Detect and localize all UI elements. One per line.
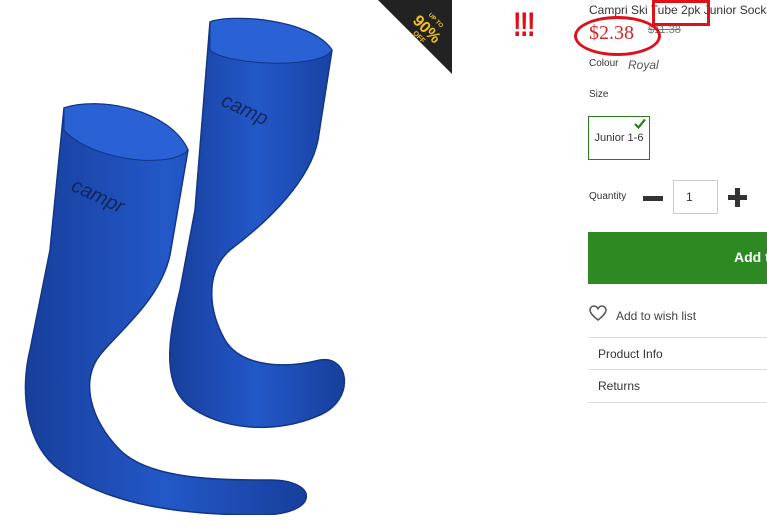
minus-icon[interactable] (642, 190, 664, 206)
product-image: camp campr (20, 10, 380, 516)
size-option-junior[interactable]: Junior 1-6 (588, 116, 650, 160)
sock-right (169, 17, 346, 429)
size-option-label: Junior 1-6 (594, 132, 644, 144)
returns-row[interactable]: Returns (588, 370, 767, 403)
add-to-bag-button[interactable]: Add to Bag (588, 232, 767, 284)
quantity-label: Quantity (589, 191, 627, 202)
quantity-input[interactable] (673, 180, 718, 214)
annotation-rectangle (652, 0, 710, 26)
add-to-bag-label: Add to Bag (734, 249, 767, 265)
returns-label: Returns (598, 379, 641, 393)
add-to-wish-list-link[interactable]: Add to wish list (616, 309, 696, 323)
plus-icon[interactable] (727, 186, 749, 208)
promo-badge: UP TO 90% OFF (378, 0, 452, 74)
colour-label: Colour (589, 58, 619, 69)
product-info-row[interactable]: Product Info (588, 337, 767, 370)
check-icon (634, 118, 646, 130)
annotation-exclamation: !!! (513, 6, 535, 44)
heart-icon[interactable] (589, 305, 607, 321)
size-label: Size (589, 89, 609, 100)
product-info-label: Product Info (598, 347, 663, 361)
annotation-ellipse (574, 16, 661, 56)
colour-value: Royal (628, 58, 659, 72)
